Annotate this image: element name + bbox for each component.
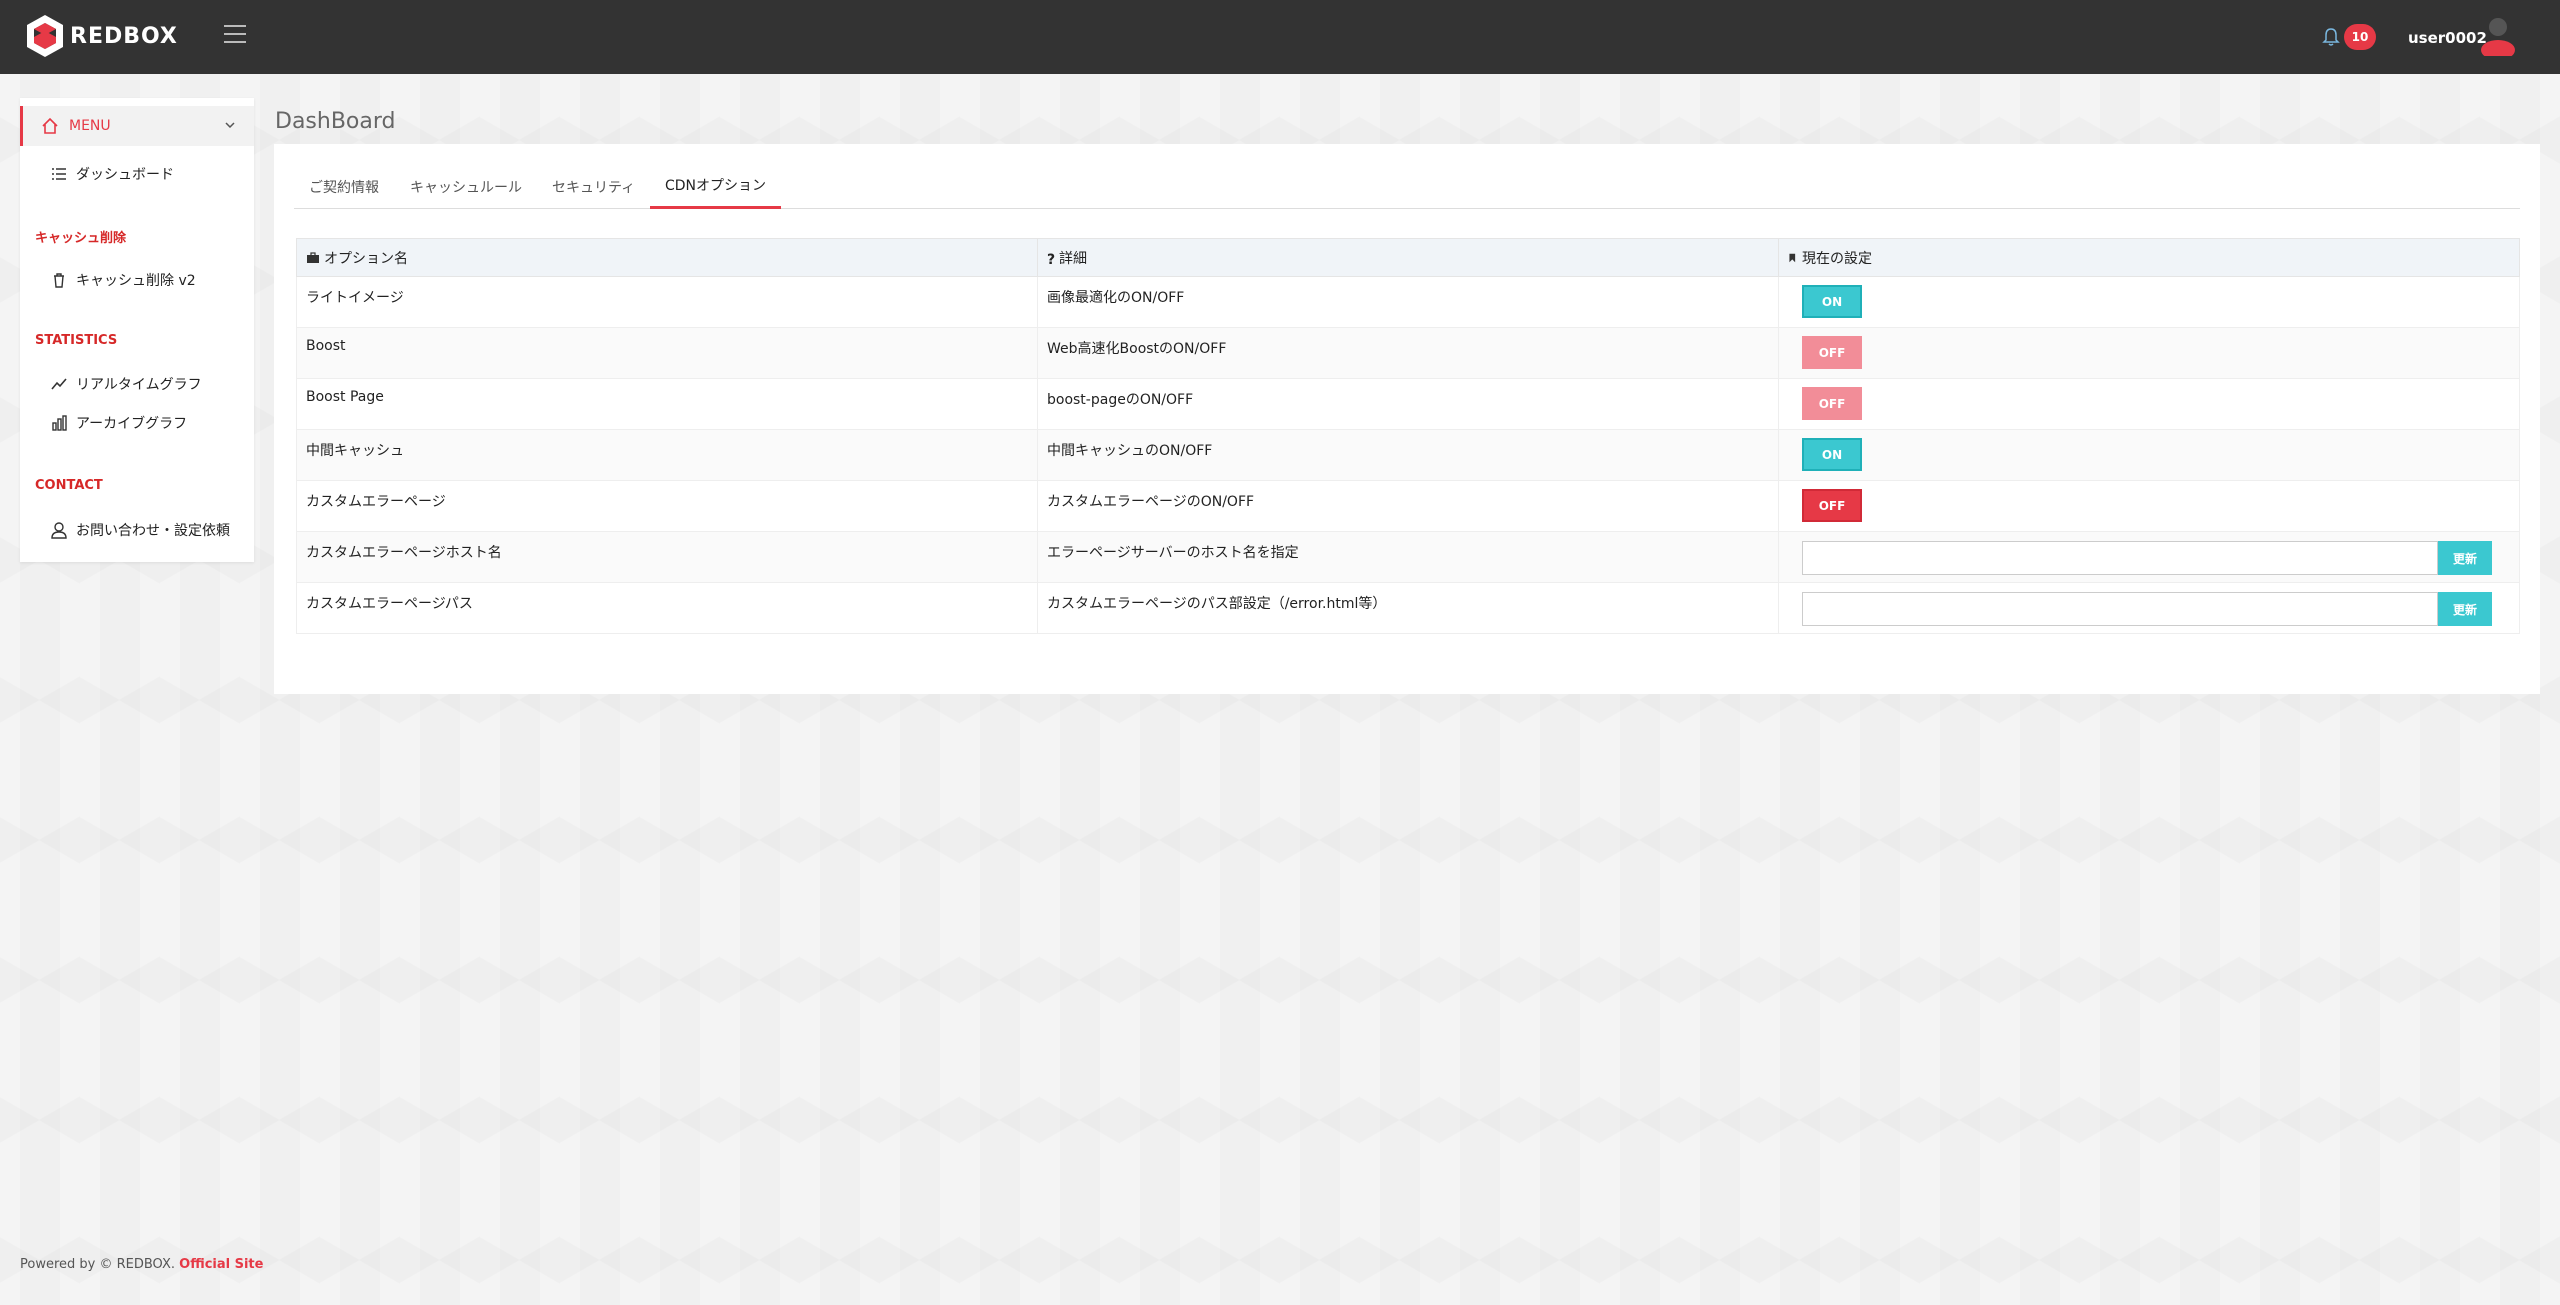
option-setting-cell: 更新 (1778, 531, 2520, 583)
table-row: カスタムエラーページ カスタムエラーページのON/OFF OFF (296, 480, 2520, 532)
official-site-link[interactable]: Official Site (179, 1257, 263, 1272)
option-detail-cell: boost-pageのON/OFF (1037, 378, 1779, 430)
option-setting-cell: OFF (1778, 327, 2520, 379)
table-row: ライトイメージ 画像最適化のON/OFF ON (296, 276, 2520, 328)
table-row: Boost Page boost-pageのON/OFF OFF (296, 378, 2520, 430)
option-detail-cell: 中間キャッシュのON/OFF (1037, 429, 1779, 481)
chevron-down-icon (225, 122, 235, 129)
toggle-intermediate-cache[interactable]: ON (1802, 438, 1862, 471)
column-header-current-setting: 現在の設定 (1778, 238, 2520, 277)
tab-security[interactable]: セキュリティ (552, 164, 635, 209)
main-panel: ご契約情報 キャッシュルール セキュリティ CDNオプション オプション名 ? 詳… (274, 144, 2540, 694)
error-host-input[interactable] (1802, 541, 2438, 575)
avatar[interactable] (2478, 16, 2518, 56)
list-icon (52, 168, 66, 180)
bookmark-icon (1789, 253, 1796, 262)
error-host-input-group: 更新 (1802, 541, 2510, 575)
sidebar-item-archive-graph[interactable]: アーカイブグラフ (50, 411, 187, 435)
user-icon (51, 522, 67, 539)
home-icon (42, 117, 58, 134)
sidebar-menu-toggle[interactable]: MENU (20, 106, 254, 146)
option-setting-cell: OFF (1778, 378, 2520, 430)
sidebar-item-label: アーカイブグラフ (76, 416, 188, 432)
briefcase-icon (307, 251, 319, 263)
table-header-row: オプション名 ? 詳細 現在の設定 (296, 238, 2520, 277)
option-name-cell: カスタムエラーページパス (296, 582, 1038, 634)
option-name-cell: Boost (296, 327, 1038, 379)
error-host-update-button[interactable]: 更新 (2438, 541, 2492, 575)
tab-cache-rules[interactable]: キャッシュルール (410, 164, 522, 209)
hamburger-menu-icon[interactable] (224, 25, 246, 47)
option-name-cell: カスタムエラーページホスト名 (296, 531, 1038, 583)
option-detail-cell: 画像最適化のON/OFF (1037, 276, 1779, 328)
footer: Powered by © REDBOX. Official Site (20, 1257, 263, 1272)
sidebar-item-contact[interactable]: お問い合わせ・設定依頼 (50, 518, 230, 542)
option-name-cell: 中間キャッシュ (296, 429, 1038, 481)
cdn-options-table: オプション名 ? 詳細 現在の設定 ライトイメージ 画像最適化のON/OFF ON… (296, 238, 2520, 634)
sidebar-section-contact: CONTACT (35, 478, 103, 493)
table-row: Boost Web高速化BoostのON/OFF OFF (296, 327, 2520, 379)
table-row: カスタムエラーページパス カスタムエラーページのパス部設定（/error.htm… (296, 582, 2520, 634)
sidebar-item-cache-purge-v2[interactable]: キャッシュ削除 v2 (50, 268, 196, 292)
redbox-logo-icon (27, 15, 63, 57)
error-path-update-button[interactable]: 更新 (2438, 592, 2492, 626)
toggle-boost[interactable]: OFF (1802, 336, 1862, 369)
page-title: DashBoard (275, 109, 396, 134)
sidebar: MENU ダッシュボード キャッシュ削除 キャッシュ削除 v2 STATISTI… (20, 98, 254, 562)
error-path-input[interactable] (1802, 592, 2438, 626)
sidebar-menu-label: MENU (69, 118, 111, 134)
tab-contract-info[interactable]: ご契約情報 (309, 164, 379, 209)
option-name-cell: カスタムエラーページ (296, 480, 1038, 532)
option-detail-cell: Web高速化BoostのON/OFF (1037, 327, 1779, 379)
option-setting-cell: OFF (1778, 480, 2520, 532)
option-detail-cell: カスタムエラーページのパス部設定（/error.html等） (1037, 582, 1779, 634)
sidebar-section-cache-purge: キャッシュ削除 (35, 231, 127, 246)
table-row: カスタムエラーページホスト名 エラーページサーバーのホスト名を指定 更新 (296, 531, 2520, 583)
option-name-cell: ライトイメージ (296, 276, 1038, 328)
tab-bar: ご契約情報 キャッシュルール セキュリティ CDNオプション (294, 164, 2520, 209)
notification-count-badge[interactable]: 10 (2344, 24, 2376, 50)
bar-chart-icon (52, 415, 67, 431)
option-detail-cell: エラーページサーバーのホスト名を指定 (1037, 531, 1779, 583)
error-path-input-group: 更新 (1802, 592, 2510, 626)
sidebar-item-label: お問い合わせ・設定依頼 (76, 523, 230, 539)
column-header-option-name: オプション名 (296, 238, 1038, 277)
brand-name: REDBOX (70, 23, 178, 49)
sidebar-item-label: ダッシュボード (76, 167, 174, 183)
option-detail-cell: カスタムエラーページのON/OFF (1037, 480, 1779, 532)
toggle-custom-error-page[interactable]: OFF (1802, 489, 1862, 522)
tab-cdn-options[interactable]: CDNオプション (650, 164, 782, 209)
sidebar-item-label: キャッシュ削除 v2 (76, 273, 196, 289)
sidebar-item-realtime-graph[interactable]: リアルタイムグラフ (50, 372, 202, 396)
column-header-detail: ? 詳細 (1037, 238, 1779, 277)
sidebar-section-statistics: STATISTICS (35, 333, 118, 348)
username[interactable]: user0002 (2408, 29, 2487, 47)
trash-icon (54, 273, 64, 288)
footer-text: Powered by © REDBOX. (20, 1257, 180, 1272)
sidebar-item-label: リアルタイムグラフ (76, 377, 202, 393)
question-icon: ? (1047, 251, 1056, 268)
line-chart-icon (51, 378, 67, 390)
table-row: 中間キャッシュ 中間キャッシュのON/OFF ON (296, 429, 2520, 481)
brand-logo[interactable]: REDBOX (24, 13, 178, 59)
bell-icon[interactable] (2322, 27, 2340, 47)
sidebar-item-dashboard[interactable]: ダッシュボード (50, 162, 174, 186)
option-setting-cell: ON (1778, 429, 2520, 481)
top-navbar: REDBOX 10 user0002 (0, 0, 2560, 74)
toggle-light-image[interactable]: ON (1802, 285, 1862, 318)
option-name-cell: Boost Page (296, 378, 1038, 430)
toggle-boost-page[interactable]: OFF (1802, 387, 1862, 420)
option-setting-cell: ON (1778, 276, 2520, 328)
option-setting-cell: 更新 (1778, 582, 2520, 634)
